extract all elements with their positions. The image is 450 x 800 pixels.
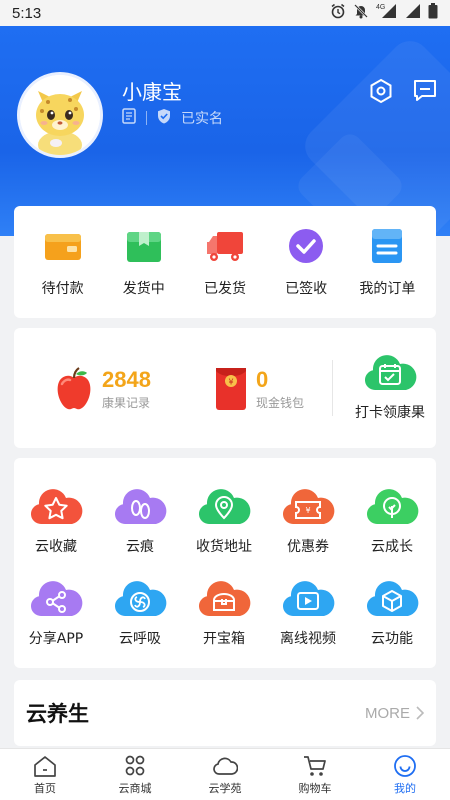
footprint-cloud-icon (114, 489, 167, 524)
svg-text:¥: ¥ (305, 506, 310, 515)
signal-4g-icon: 4G (376, 3, 398, 23)
profile-icon (394, 754, 416, 777)
battery-icon (428, 3, 438, 23)
cash-label: 现金钱包 (256, 395, 305, 410)
service-breathing[interactable]: 云呼吸 (98, 576, 182, 648)
mall-icon (125, 755, 145, 775)
checkin-label: 打卡领康果 (355, 405, 425, 421)
service-address[interactable]: 收货地址 (182, 484, 266, 556)
nav-home[interactable]: 首页 (0, 749, 90, 800)
order-pending-payment[interactable]: 待付款 (23, 226, 103, 298)
mute-icon (353, 3, 369, 23)
status-bar: 5:13 4G (0, 0, 450, 26)
red-envelope-icon: ¥ (216, 368, 246, 410)
cloud-icon (213, 757, 238, 775)
fan-cloud-icon (114, 581, 167, 616)
service-share-app[interactable]: 分享APP (14, 576, 98, 648)
tree-cloud-icon (366, 489, 419, 524)
status-icons: 4G (330, 3, 438, 23)
orders-card: 待付款 发货中 已发货 已签收 我的订单 (14, 206, 436, 318)
alarm-icon (330, 3, 346, 23)
share-cloud-icon (30, 581, 83, 616)
apple-points-label: 康果记录 (102, 395, 151, 410)
more-link[interactable]: MORE (365, 705, 424, 722)
points-divider (332, 360, 333, 416)
badge-divider (146, 111, 147, 125)
nav-cart[interactable]: 购物车 (270, 749, 360, 800)
star-cloud-icon (30, 489, 83, 524)
my-orders[interactable]: 我的订单 (347, 226, 427, 298)
service-functions[interactable]: 云功能 (350, 576, 434, 648)
profile-badges: 已实名 (122, 108, 223, 128)
verified-label: 已实名 (181, 111, 223, 127)
health-section: 云养生 MORE (14, 680, 436, 746)
points-card: 2848 康果记录 ¥ 0 现金钱包 打卡领康果 (14, 328, 436, 448)
service-growth[interactable]: 云成长 (350, 484, 434, 556)
order-list-icon (372, 229, 403, 263)
nav-profile[interactable]: 我的 (360, 749, 450, 800)
service-offline-video[interactable]: 离线视频 (266, 576, 350, 648)
signal-icon (405, 3, 421, 23)
id-card-icon[interactable] (122, 108, 136, 128)
status-time: 5:13 (12, 4, 42, 22)
service-favorites[interactable]: 云收藏 (14, 484, 98, 556)
nav-mall[interactable]: 云商城 (90, 749, 180, 800)
apple-points-value: 2848 (102, 366, 151, 392)
service-coupons[interactable]: ¥ 优惠券 (266, 484, 350, 556)
home-icon (34, 755, 56, 777)
checkin-button[interactable]: 打卡领康果 (344, 350, 436, 422)
treasure-cloud-icon (198, 581, 251, 616)
bottom-nav: 首页 云商城 云学苑 购物车 我的 (0, 748, 450, 800)
avatar[interactable] (17, 72, 103, 158)
truck-icon (206, 232, 243, 261)
order-shipped[interactable]: 已发货 (185, 226, 265, 298)
cash-value: 0 (256, 366, 269, 392)
nav-academy[interactable]: 云学苑 (180, 749, 270, 800)
order-shipping[interactable]: 发货中 (104, 226, 184, 298)
service-treasure-box[interactable]: 开宝箱 (182, 576, 266, 648)
message-icon[interactable] (412, 78, 438, 104)
verified-shield-icon (157, 108, 171, 128)
cash-wallet[interactable]: ¥ 0 现金钱包 (214, 366, 304, 412)
svg-text:¥: ¥ (228, 378, 233, 387)
svg-text:4G: 4G (376, 4, 385, 11)
profile-header: 小康宝 已实名 (0, 26, 450, 236)
service-footprints[interactable]: 云痕 (98, 484, 182, 556)
check-circle-icon (289, 229, 324, 263)
health-title: 云养生 (26, 702, 89, 726)
cart-icon (304, 755, 326, 776)
mascot-icon (20, 75, 100, 155)
coupon-cloud-icon: ¥ (282, 489, 335, 524)
order-received[interactable]: 已签收 (266, 226, 346, 298)
cube-cloud-icon (366, 581, 419, 616)
apple-icon (57, 367, 91, 410)
chevron-right-icon (416, 706, 424, 720)
services-card: 云收藏 云痕 收货地址 ¥ 优惠券 云成长 分享APP 云呼吸 开宝箱 离线视频… (14, 458, 436, 668)
apple-points[interactable]: 2848 康果记录 (52, 366, 151, 412)
location-cloud-icon (198, 489, 251, 524)
settings-icon[interactable] (368, 78, 394, 104)
wallet-icon (44, 234, 81, 260)
video-cloud-icon (282, 581, 335, 616)
username: 小康宝 (122, 82, 182, 104)
calendar-cloud-icon (364, 355, 417, 390)
package-icon (126, 232, 161, 262)
